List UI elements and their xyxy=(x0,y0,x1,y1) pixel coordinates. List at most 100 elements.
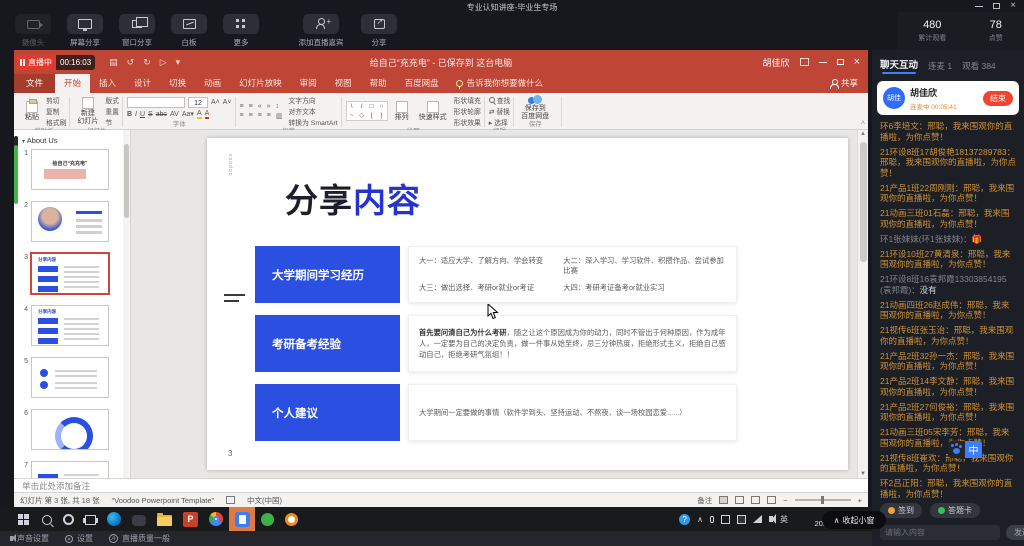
collapse-ribbon-icon[interactable]: ˄ xyxy=(861,120,865,127)
maximize-icon[interactable] xyxy=(993,3,1000,9)
shape-effects-button[interactable]: 形状效果 xyxy=(454,117,481,127)
cortana-icon[interactable] xyxy=(63,514,74,525)
cut-button[interactable]: 剪切 xyxy=(46,95,66,105)
scroll-down-icon[interactable]: ▼ xyxy=(860,471,866,477)
answer-card-button[interactable]: 答题卡 xyxy=(930,503,980,518)
stream-tool-button[interactable]: 添加直播嘉宾 xyxy=(292,14,350,48)
numbering-icon[interactable]: ≡ xyxy=(249,103,255,110)
tab-slideshow[interactable]: 幻灯片放映 xyxy=(230,74,291,93)
format-painter-button[interactable]: 格式刷 xyxy=(46,117,66,127)
photos-tray-icon[interactable] xyxy=(721,515,730,524)
chat-input[interactable] xyxy=(880,525,1000,540)
zoom-in-icon[interactable]: + xyxy=(858,496,862,505)
network-icon[interactable] xyxy=(753,515,762,523)
justify-icon[interactable]: ≡ xyxy=(267,112,273,119)
ppt-close-icon[interactable]: × xyxy=(854,56,860,68)
tab-insert[interactable]: 插入 xyxy=(90,74,125,93)
app-tray-icon[interactable] xyxy=(737,515,746,524)
layout-button[interactable]: 版式 xyxy=(105,95,119,105)
stream-tool-button[interactable]: 摄像头 xyxy=(10,14,56,48)
find-button[interactable]: 查找 xyxy=(489,95,510,105)
tab-transition[interactable]: 切换 xyxy=(160,74,195,93)
app-icon-dark[interactable] xyxy=(132,515,146,526)
font-size-combobox[interactable]: 12 xyxy=(188,97,208,108)
paste-button[interactable]: 粘贴 xyxy=(22,101,42,122)
tab-animation[interactable]: 动画 xyxy=(195,74,230,93)
replace-button[interactable]: ⇄ 替换 xyxy=(489,106,510,116)
ribbon-display-options-icon[interactable] xyxy=(800,58,809,66)
slideshow-icon[interactable]: ▷ xyxy=(160,57,167,68)
shape-fill-button[interactable]: 形状填充 xyxy=(454,95,481,105)
bold-button[interactable]: B xyxy=(127,111,132,118)
outdent-icon[interactable]: « xyxy=(258,103,264,110)
ppt-minimize-icon[interactable] xyxy=(819,62,827,63)
slide-thumbnail[interactable]: 6 xyxy=(20,409,122,450)
slide-thumbnail[interactable]: 5 xyxy=(20,357,122,398)
line-spacing-icon[interactable]: ↕ xyxy=(276,103,282,110)
collapse-mini-window-button[interactable]: ∧ 收起小窗 xyxy=(822,511,886,529)
highlight-color-icon[interactable]: A xyxy=(197,110,202,119)
tab-design[interactable]: 设计 xyxy=(125,74,160,93)
redo-icon[interactable]: ↻ xyxy=(143,57,151,68)
language-status[interactable]: 中文(中国) xyxy=(247,495,282,506)
tab-view[interactable]: 视图 xyxy=(326,74,361,93)
thumbnail-scrollbar[interactable] xyxy=(123,130,130,478)
select-button[interactable]: ▸ 选择 xyxy=(489,117,510,127)
indent-icon[interactable]: » xyxy=(267,103,273,110)
underline-button[interactable]: U xyxy=(140,111,145,118)
send-button[interactable]: 发送 xyxy=(1006,525,1024,540)
align-center-icon[interactable]: ≡ xyxy=(249,112,255,119)
tell-me-box[interactable]: 告诉我你想要做什么 xyxy=(448,74,552,93)
help-tray-icon[interactable]: ? xyxy=(679,514,690,525)
zoom-out-icon[interactable]: − xyxy=(783,496,787,505)
align-text-button[interactable]: 对齐文本 xyxy=(289,106,338,116)
quick-styles-button[interactable]: 快速样式 xyxy=(416,101,450,122)
scrollbar-thumb[interactable] xyxy=(860,142,867,262)
app-icon-green[interactable] xyxy=(261,513,274,526)
ppt-restore-icon[interactable] xyxy=(837,59,844,65)
qat-dropdown-icon[interactable]: ▾ xyxy=(176,57,181,68)
task-view-icon[interactable] xyxy=(85,515,96,525)
strikethrough-button[interactable]: S xyxy=(148,111,153,118)
powerpoint-taskbar-icon[interactable]: P xyxy=(183,512,198,527)
slide-thumbnail[interactable]: 1 给自己“充充电” xyxy=(20,149,122,190)
save-to-baidu-pan-button[interactable]: 保存到 百度网盘 xyxy=(518,95,552,120)
slide-sorter-icon[interactable] xyxy=(735,496,744,504)
shadow-button[interactable]: abc xyxy=(156,111,167,118)
ppt-account-name[interactable]: 胡佳欣 xyxy=(763,56,790,69)
slide[interactable]: voodoo 分享内容 大学期间学习经历 大一：适应大学、了解方向、学会转变 大… xyxy=(207,138,848,470)
microphone-tray-icon[interactable] xyxy=(710,516,714,523)
slide-thumbnail[interactable]: 7 xyxy=(20,461,122,478)
align-right-icon[interactable]: ≡ xyxy=(258,112,264,119)
tab-baidu-pan[interactable]: 百度网盘 xyxy=(396,74,448,93)
text-direction-button[interactable]: 文字方向 xyxy=(289,95,338,105)
slide-thumbnail[interactable]: 2 xyxy=(20,201,122,242)
scroll-up-icon[interactable]: ▲ xyxy=(860,131,866,137)
save-icon[interactable]: ▤ xyxy=(109,57,118,68)
reset-button[interactable]: 重置 xyxy=(105,106,119,116)
bullets-icon[interactable]: ≡ xyxy=(240,103,246,110)
settings-button[interactable]: 设置 xyxy=(65,533,93,544)
stream-tool-button[interactable]: 分享 xyxy=(356,14,402,48)
normal-view-icon[interactable] xyxy=(719,496,728,504)
end-mic-button[interactable]: 结束 xyxy=(983,91,1013,106)
font-name-combobox[interactable] xyxy=(127,97,185,108)
columns-icon[interactable]: ▥ xyxy=(276,112,285,120)
spellcheck-icon[interactable] xyxy=(226,496,235,504)
minimize-icon[interactable] xyxy=(975,6,983,7)
zoom-slider[interactable] xyxy=(795,499,851,501)
share-button[interactable]: 共享 xyxy=(831,74,858,93)
slide-thumbnail[interactable]: 4 分享内容 xyxy=(20,305,122,346)
undo-icon[interactable]: ↺ xyxy=(127,57,135,68)
checkin-button[interactable]: 签到 xyxy=(880,503,922,518)
shrink-font-icon[interactable]: A˅ xyxy=(223,99,232,106)
smartart-button[interactable]: 转换为 SmartArt xyxy=(289,117,338,127)
tab-chat[interactable]: 聊天互动 xyxy=(880,57,918,74)
shapes-gallery[interactable]: \/□○ ~◇{} xyxy=(346,101,388,121)
ime-language-indicator[interactable]: 英 xyxy=(780,514,788,525)
tab-help[interactable]: 帮助 xyxy=(361,74,396,93)
grow-font-icon[interactable]: A˄ xyxy=(211,99,220,106)
stream-tool-button[interactable]: 更多 xyxy=(218,14,264,48)
volume-icon[interactable] xyxy=(769,516,773,522)
live-app-taskbar-icon-active[interactable] xyxy=(229,507,255,531)
